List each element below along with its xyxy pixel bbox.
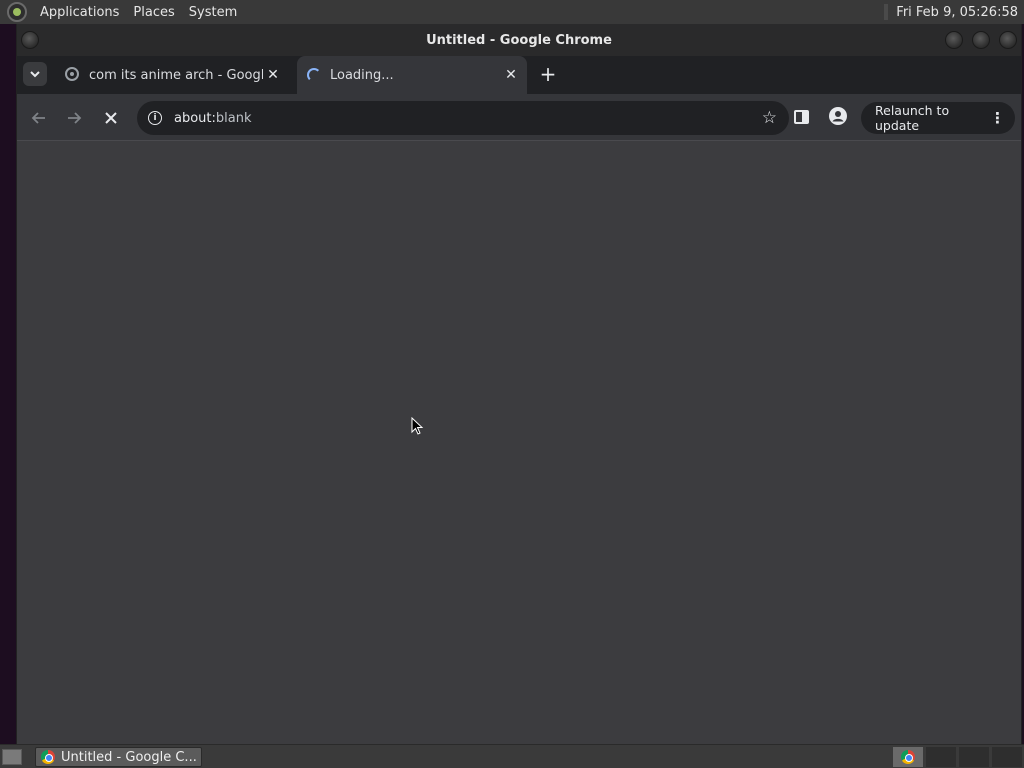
tab-strip: com its anime arch - Google ✕ Loading...… xyxy=(17,56,1021,94)
forward-arrow-icon xyxy=(68,112,82,124)
url-scheme: about: xyxy=(174,110,216,126)
places-menu[interactable]: Places xyxy=(126,5,181,20)
close-tab-icon[interactable]: ✕ xyxy=(501,67,521,83)
taskbar: Untitled - Google C... xyxy=(0,744,1024,768)
relaunch-label: Relaunch to update xyxy=(875,103,950,133)
show-desktop-icon[interactable] xyxy=(2,749,22,765)
chevron-down-icon xyxy=(30,71,40,78)
stop-loading-button[interactable] xyxy=(99,106,123,130)
more-vert-icon[interactable]: ⋮ xyxy=(990,109,1005,127)
loading-spinner-icon xyxy=(307,68,321,82)
chrome-icon xyxy=(901,750,915,764)
page-content[interactable] xyxy=(17,141,1021,744)
new-tab-button[interactable]: + xyxy=(537,64,559,86)
browser-toolbar: i about:blank ☆ Relaunch to update ⋮ xyxy=(17,94,1021,141)
applications-menu[interactable]: Applications xyxy=(33,5,126,20)
close-window-button[interactable] xyxy=(999,31,1017,49)
relaunch-to-update-button[interactable]: Relaunch to update ⋮ xyxy=(861,102,1015,134)
maximize-button[interactable] xyxy=(972,31,990,49)
window-title: Untitled - Google Chrome xyxy=(426,32,612,48)
workspace-3[interactable] xyxy=(959,747,989,767)
side-panel-icon[interactable] xyxy=(794,110,809,124)
top-panel: Applications Places System Fri Feb 9, 05… xyxy=(0,0,1024,24)
taskbar-chrome-window[interactable]: Untitled - Google C... xyxy=(35,747,202,767)
tab-search-button[interactable] xyxy=(23,62,47,86)
bookmark-star-icon[interactable]: ☆ xyxy=(762,108,777,128)
stop-icon xyxy=(105,112,117,124)
minimize-button[interactable] xyxy=(945,31,963,49)
mouse-cursor-icon xyxy=(411,417,424,435)
panel-separator xyxy=(884,4,889,20)
tab-title: com its anime arch - Google xyxy=(89,67,263,83)
workspace-1[interactable] xyxy=(893,747,923,767)
desktop-background xyxy=(0,24,16,744)
workspace-4[interactable] xyxy=(992,747,1022,767)
url-text[interactable]: about:blank xyxy=(174,111,762,126)
window-menu-button[interactable] xyxy=(21,31,39,49)
distro-logo-icon[interactable] xyxy=(7,2,27,22)
back-button[interactable] xyxy=(27,106,51,130)
url-path: blank xyxy=(215,110,252,126)
profile-icon[interactable] xyxy=(829,107,847,125)
info-icon[interactable]: i xyxy=(148,111,162,125)
close-tab-icon[interactable]: ✕ xyxy=(263,67,283,83)
tab-anime-arch[interactable]: com its anime arch - Google ✕ xyxy=(57,56,289,94)
system-menu[interactable]: System xyxy=(182,5,244,20)
back-arrow-icon xyxy=(31,112,45,124)
forward-button[interactable] xyxy=(62,106,86,130)
tab-loading[interactable]: Loading... ✕ xyxy=(297,56,527,94)
chrome-window: Untitled - Google Chrome com its anime a… xyxy=(16,24,1022,744)
clock[interactable]: Fri Feb 9, 05:26:58 xyxy=(896,5,1018,20)
address-bar[interactable]: i about:blank ☆ xyxy=(137,101,789,135)
task-label: Untitled - Google C... xyxy=(61,749,197,765)
tab-title: Loading... xyxy=(330,67,394,83)
workspace-2[interactable] xyxy=(926,747,956,767)
globe-icon xyxy=(65,67,81,83)
window-titlebar[interactable]: Untitled - Google Chrome xyxy=(17,24,1021,56)
chrome-icon xyxy=(41,750,55,764)
